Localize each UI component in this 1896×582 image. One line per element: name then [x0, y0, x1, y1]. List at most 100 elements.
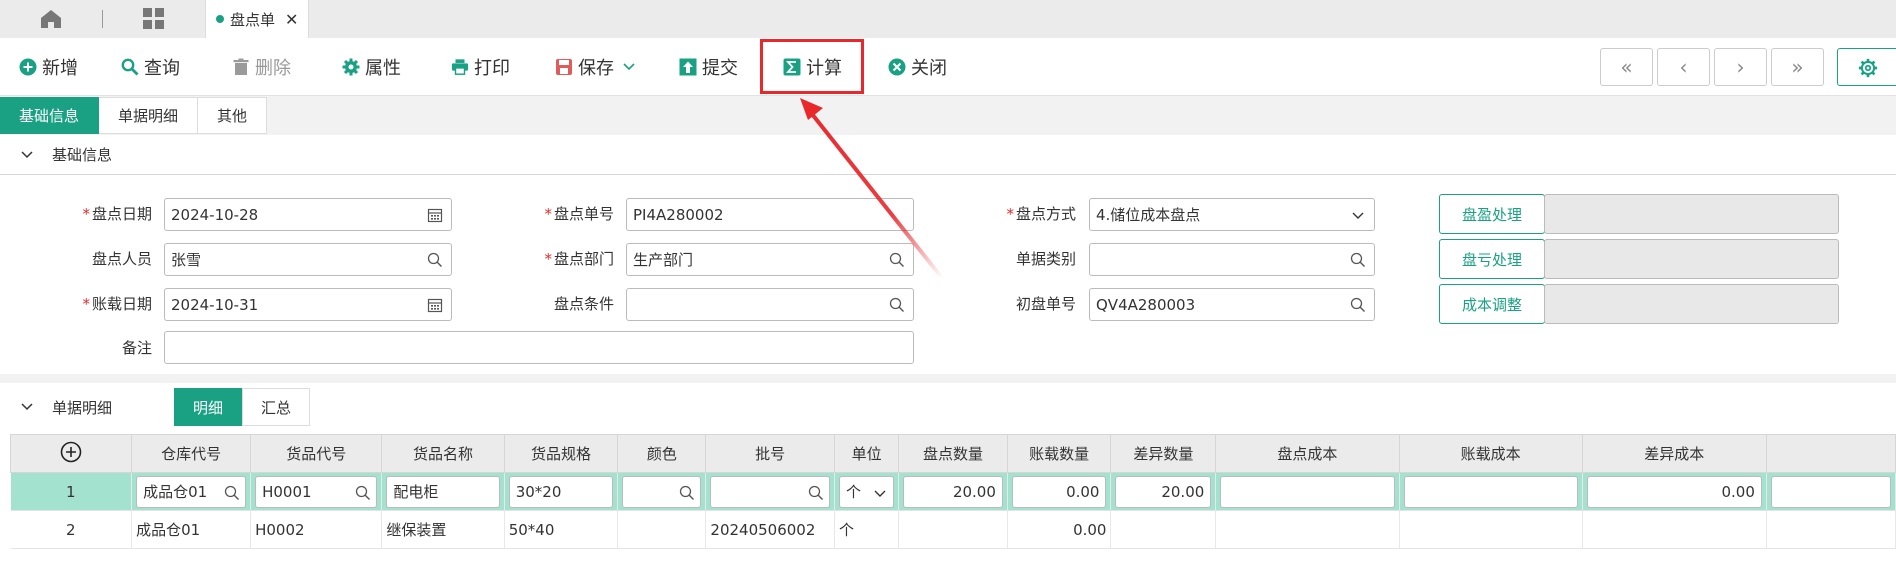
- chevron-down-icon[interactable]: [622, 62, 636, 72]
- table-row[interactable]: 1 成品仓01 H0001 配电柜 30*20 个 20.00 0.00 20.…: [10, 472, 1896, 511]
- close-button[interactable]: 关闭: [888, 53, 947, 81]
- col-batch[interactable]: 批号: [705, 434, 835, 473]
- detail-header[interactable]: 单据明细: [0, 387, 112, 427]
- col-diff-cost[interactable]: 差异成本: [1581, 434, 1767, 473]
- checker-field[interactable]: 张雪: [164, 243, 452, 276]
- tab-detail[interactable]: 明细: [174, 388, 243, 426]
- check-no-field[interactable]: PI4A280002: [626, 198, 914, 231]
- col-unit[interactable]: 单位: [833, 434, 900, 473]
- surplus-result-field: [1544, 194, 1839, 234]
- col-book-cost[interactable]: 账载成本: [1398, 434, 1583, 473]
- save-button[interactable]: 保存: [555, 53, 636, 81]
- col-book-qty[interactable]: 账载数量: [1006, 434, 1112, 473]
- cell-batch[interactable]: [705, 472, 835, 511]
- search-icon[interactable]: [679, 485, 695, 501]
- new-button[interactable]: 新增: [19, 53, 78, 81]
- col-diff-qty[interactable]: 差异数量: [1110, 434, 1217, 473]
- last-record-button[interactable]: »: [1771, 48, 1824, 86]
- chevron-down-icon[interactable]: [1350, 207, 1366, 223]
- col-item-code[interactable]: 货品代号: [250, 434, 383, 473]
- cell-warehouse[interactable]: 成品仓01: [131, 510, 252, 549]
- col-check-qty[interactable]: 盘点数量: [898, 434, 1008, 473]
- cell-book-qty[interactable]: 0.00: [1007, 510, 1112, 549]
- col-item-name[interactable]: 货品名称: [381, 434, 505, 473]
- home-icon[interactable]: [38, 9, 64, 29]
- col-check-cost[interactable]: 盘点成本: [1215, 434, 1400, 473]
- loss-process-button[interactable]: 盘亏处理: [1439, 239, 1545, 279]
- search-icon[interactable]: [355, 485, 371, 501]
- apps-grid-icon[interactable]: [143, 8, 165, 30]
- check-date-field[interactable]: 2024-10-28: [164, 198, 452, 231]
- tab-summary[interactable]: 汇总: [242, 388, 311, 426]
- chevron-down-icon[interactable]: [872, 485, 888, 501]
- search-icon[interactable]: [1350, 297, 1366, 313]
- col-warehouse[interactable]: 仓库代号: [131, 434, 252, 473]
- cell-book-cost[interactable]: [1399, 510, 1583, 549]
- cell-diff-qty[interactable]: [1110, 510, 1217, 549]
- delete-button[interactable]: 删除: [232, 53, 291, 81]
- trash-icon: [232, 58, 250, 76]
- prev-record-button[interactable]: ‹: [1657, 48, 1710, 86]
- calendar-icon[interactable]: [427, 207, 443, 223]
- table-row[interactable]: 2 成品仓01 H0002 继保装置 50*40 20240506002 个 0…: [10, 510, 1896, 549]
- cell-color[interactable]: [617, 510, 707, 549]
- col-item-spec[interactable]: 货品规格: [503, 434, 619, 473]
- submit-button[interactable]: 提交: [679, 53, 738, 81]
- search-icon[interactable]: [1350, 252, 1366, 268]
- condition-field[interactable]: [626, 288, 914, 321]
- cell-diff-cost[interactable]: [1582, 510, 1767, 549]
- surplus-process-button[interactable]: 盘盈处理: [1439, 194, 1545, 234]
- cell-item-name[interactable]: 继保装置: [381, 510, 505, 549]
- cell-check-qty[interactable]: 20.00: [898, 472, 1008, 511]
- close-tab-icon[interactable]: ✕: [285, 10, 298, 29]
- tab-separator: [102, 10, 103, 28]
- cell-book-qty[interactable]: 0.00: [1007, 472, 1112, 511]
- cell-book-cost[interactable]: [1399, 472, 1583, 511]
- doc-type-field[interactable]: [1089, 243, 1375, 276]
- post-date-field[interactable]: 2024-10-31: [164, 288, 452, 321]
- cell-item-code[interactable]: H0001: [250, 472, 383, 511]
- new-label: 新增: [42, 58, 78, 79]
- basic-info-header[interactable]: 基础信息: [0, 135, 1896, 175]
- init-no-field[interactable]: QV4A280003: [1089, 288, 1375, 321]
- cell-diff-cost[interactable]: 0.00: [1582, 472, 1767, 511]
- cell-item-spec[interactable]: 50*40: [504, 510, 619, 549]
- cell-item-spec[interactable]: 30*20: [504, 472, 619, 511]
- add-row-icon[interactable]: [60, 441, 82, 463]
- properties-button[interactable]: 属性: [342, 53, 401, 81]
- add-row-cell[interactable]: [9, 434, 133, 473]
- search-icon[interactable]: [224, 485, 240, 501]
- cell-batch[interactable]: 20240506002: [705, 510, 835, 549]
- search-icon[interactable]: [808, 485, 824, 501]
- search-icon[interactable]: [889, 252, 905, 268]
- cell-extra[interactable]: [1766, 472, 1896, 511]
- cell-unit[interactable]: 个: [834, 472, 900, 511]
- first-record-button[interactable]: «: [1600, 48, 1653, 86]
- cell-color[interactable]: [617, 472, 707, 511]
- dept-field[interactable]: 生产部门: [626, 243, 914, 276]
- cell-unit[interactable]: 个: [834, 510, 900, 549]
- calendar-icon[interactable]: [427, 297, 443, 313]
- tab-basic-info[interactable]: 基础信息: [0, 97, 100, 134]
- settings-button[interactable]: [1837, 48, 1896, 86]
- col-color[interactable]: 颜色: [617, 434, 707, 473]
- search-icon[interactable]: [427, 252, 443, 268]
- cell-warehouse[interactable]: 成品仓01: [131, 472, 252, 511]
- toolbar: 新增 查询 删除 属性 打印 保存 提交 计算 关闭 « ‹ › »: [0, 38, 1896, 96]
- tab-doc-detail[interactable]: 单据明细: [99, 97, 199, 134]
- cell-diff-qty[interactable]: 20.00: [1110, 472, 1217, 511]
- next-record-button[interactable]: ›: [1714, 48, 1767, 86]
- cost-adjust-button[interactable]: 成本调整: [1439, 284, 1545, 324]
- print-button[interactable]: 打印: [451, 53, 510, 81]
- search-icon[interactable]: [889, 297, 905, 313]
- check-method-select[interactable]: 4.储位成本盘点: [1089, 198, 1375, 231]
- remark-field[interactable]: [164, 331, 914, 364]
- query-button[interactable]: 查询: [121, 53, 180, 81]
- cell-check-cost[interactable]: [1215, 510, 1400, 549]
- cell-check-cost[interactable]: [1215, 472, 1400, 511]
- tab-other[interactable]: 其他: [198, 97, 268, 134]
- cell-item-name[interactable]: 配电柜: [381, 472, 505, 511]
- cell-check-qty[interactable]: [898, 510, 1008, 549]
- tab-check-doc[interactable]: 盘点单 ✕: [205, 0, 309, 38]
- cell-item-code[interactable]: H0002: [250, 510, 383, 549]
